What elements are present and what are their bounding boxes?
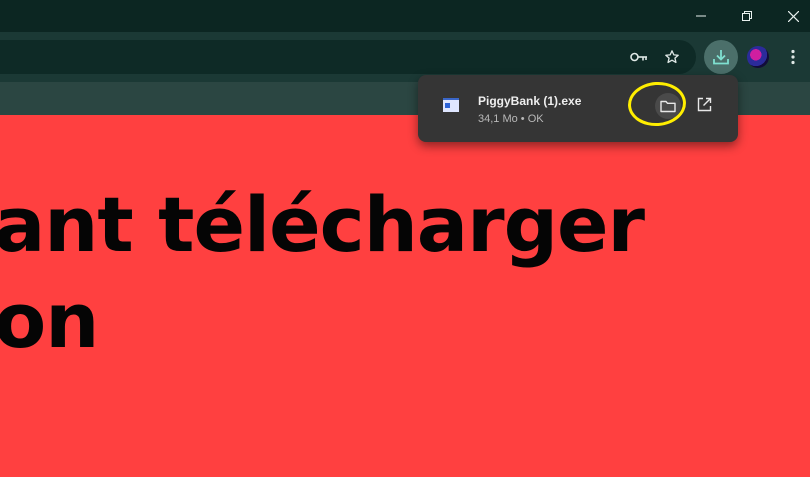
close-button[interactable] [770,0,810,32]
restore-icon [742,11,752,21]
download-bubble: PiggyBank (1).exe 34,1 Mo • OK [418,75,738,142]
close-icon [787,10,799,22]
heading-line-1: ant télécharger [0,180,645,269]
star-icon[interactable] [663,48,681,66]
minimize-button[interactable] [678,0,724,32]
title-bar [0,0,810,32]
more-vert-icon[interactable] [783,45,803,69]
download-status: 34,1 Mo • OK [478,113,544,125]
page-content: ant télécharger on [0,115,810,477]
download-file-name[interactable]: PiggyBank (1).exe [478,94,581,108]
profile-avatar[interactable] [747,46,769,68]
page-heading: ant télécharger on [0,177,645,369]
downloads-button[interactable] [704,40,738,74]
download-icon [713,50,729,65]
open-file-button[interactable] [693,93,715,115]
open-external-icon [697,97,711,111]
restore-button[interactable] [724,0,770,32]
key-icon[interactable] [630,48,648,66]
exe-file-icon [443,98,459,112]
heading-line-2: on [0,276,99,365]
address-bar[interactable] [0,40,696,74]
minimize-icon [696,15,706,17]
